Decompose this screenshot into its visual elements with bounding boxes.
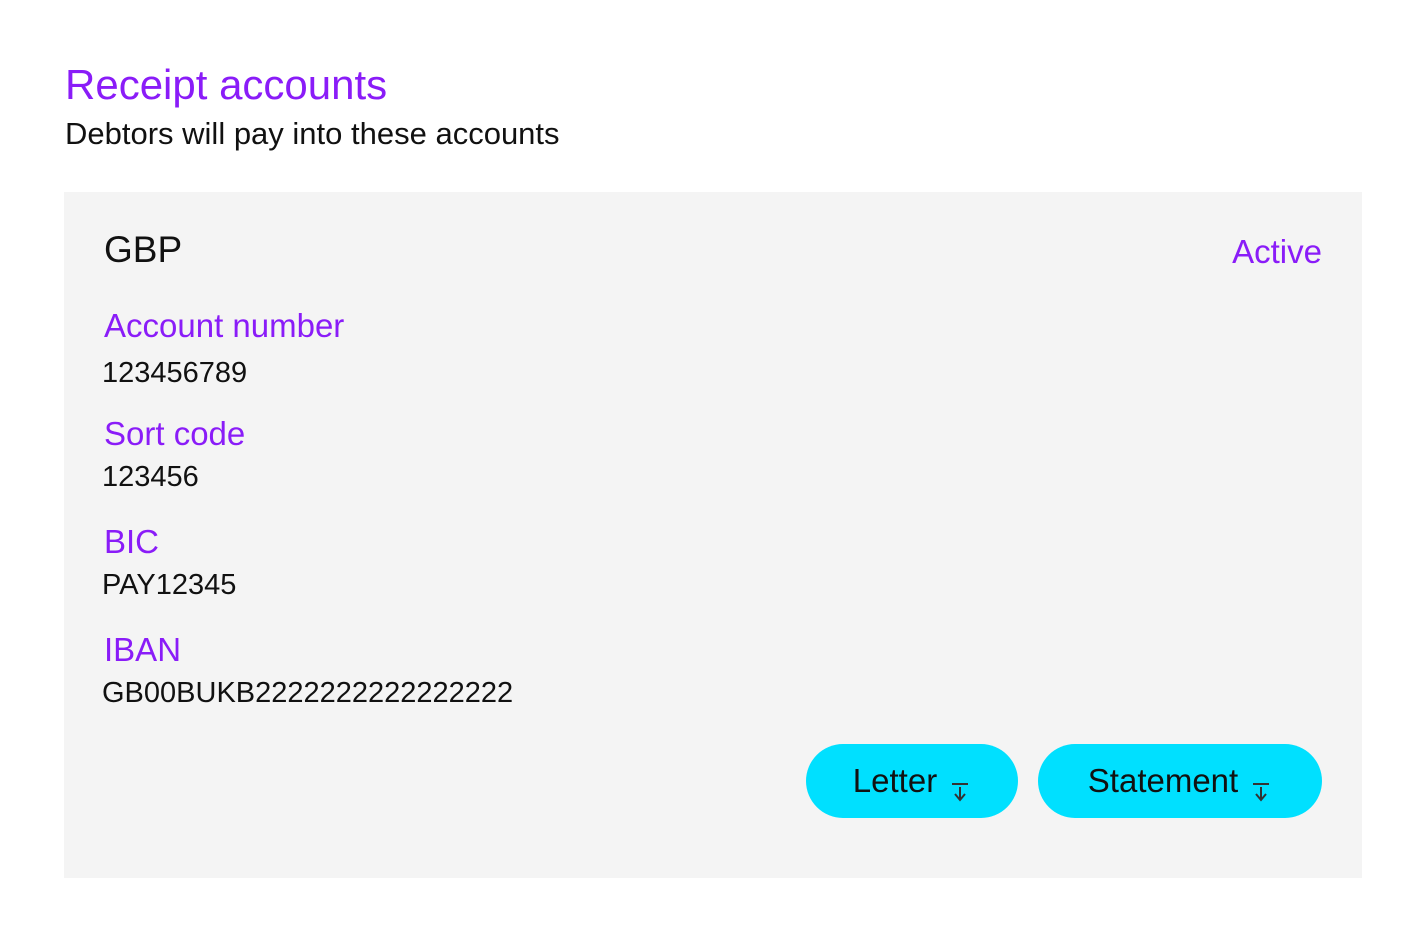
status-label: Active [1232, 233, 1322, 270]
download-icon [949, 773, 971, 802]
bic-label: BIC [104, 523, 160, 560]
account-number-label: Account number [104, 307, 345, 344]
download-icon [1250, 773, 1272, 802]
page-subtitle: Debtors will pay into these accounts [65, 116, 560, 151]
iban-label: IBAN [104, 631, 182, 668]
statement-download-button[interactable]: Statement [1038, 744, 1322, 818]
sort-code-value: 123456 [102, 461, 199, 493]
account-number-value: 123456789 [102, 357, 248, 389]
page-title: Receipt accounts [65, 61, 388, 108]
letter-download-button[interactable]: Letter [806, 744, 1018, 818]
letter-button-label: Letter [852, 762, 938, 799]
sort-code-label: Sort code [104, 415, 246, 452]
iban-value: GB00BUKB2222222222222222 [102, 677, 514, 709]
account-card: GBP Active Account number 123456789 Sort… [64, 192, 1362, 878]
currency-heading: GBP [104, 229, 183, 270]
statement-button-label: Statement [1087, 762, 1239, 799]
bic-value: PAY12345 [102, 569, 237, 601]
